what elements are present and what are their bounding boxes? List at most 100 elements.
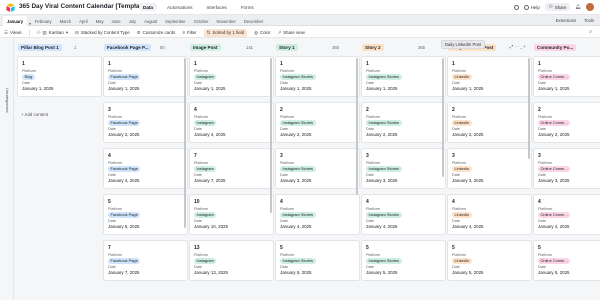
bell-icon: 🔔︎ (575, 4, 581, 9)
platform-label: Platform (22, 69, 37, 73)
avatar[interactable] (586, 3, 594, 11)
content-card[interactable]: 3 Platform Facebook Page Date January 2, 202… (103, 102, 188, 143)
column-tools[interactable]: ⤢ ⋯ ⌄ + (510, 44, 526, 49)
content-card[interactable]: 10 Platform Instagram Date January 10, 2025 (189, 194, 274, 235)
tab-june[interactable]: June (108, 19, 125, 27)
content-card[interactable]: 4 Platform Instagram Stories Date January 4,… (361, 194, 446, 235)
filter-button[interactable]: ≡ Filter (182, 30, 196, 35)
tab-february[interactable]: February (31, 19, 56, 27)
content-card[interactable]: 3 Platform Instagram Stories Date January 3,… (361, 148, 446, 189)
stacked-by-button[interactable]: ⊟ Stacked by Content Type (75, 30, 130, 36)
platform-label: Platform (108, 161, 123, 165)
content-card[interactable]: 2 Platform Instagram Stories Date January 2,… (275, 102, 360, 143)
content-card[interactable]: 5 Platform Instagram Stories Date January 5,… (275, 240, 360, 281)
more-icon[interactable]: ⋯ (514, 44, 518, 49)
tab-january[interactable]: January (3, 16, 28, 26)
platform-label: Platform (366, 115, 381, 119)
column-header[interactable]: Story 1 365 (272, 42, 358, 52)
share-button[interactable]: ⚇ Share (544, 3, 571, 11)
content-card[interactable]: 5 Platform LinkedIn Date January 5, 2025 (447, 240, 532, 281)
date-label: Date (366, 265, 375, 269)
tab-september[interactable]: September (161, 19, 189, 27)
content-card[interactable]: 1 Platform Facebook Page Date January 1, 202… (103, 56, 188, 97)
content-card[interactable]: 4 Platform Instagram Stories Date January 4,… (275, 194, 360, 235)
base-title[interactable]: 365 Day Viral Content Calendar [Template… (19, 3, 147, 10)
content-card[interactable]: 2 Platform Online Comm... Date January 2, 20… (533, 102, 600, 143)
help-button[interactable]: Help (523, 4, 540, 10)
view-switcher[interactable]: ⚇ ▥ Kanban ▾ (37, 30, 68, 36)
column-header[interactable]: Image Post 141 (186, 42, 272, 52)
tab-december[interactable]: December (240, 19, 267, 27)
platform-label: Platform (108, 207, 123, 211)
people-icon: ⚇ (36, 29, 41, 35)
column-header[interactable]: Story 2 365 (358, 42, 444, 52)
content-card[interactable]: 7 Platform Facebook Page Date January 7, 202… (103, 240, 188, 281)
platform-label: Platform (280, 253, 295, 257)
add-icon[interactable]: + (523, 44, 526, 49)
customize-cards-button[interactable]: ⚙ Customize cards (137, 30, 176, 36)
content-card[interactable]: 2 Platform LinkedIn Date January 2, 2025 (447, 102, 532, 143)
expand-icon[interactable]: ⤢ (510, 44, 514, 49)
column-header[interactable]: Community Po... (530, 42, 600, 52)
card-title: 4 (366, 198, 369, 205)
date-label: Date (452, 173, 461, 177)
content-card[interactable]: 4 Platform Online Comm... Date January 4, 20… (533, 194, 600, 235)
tab-april[interactable]: April (75, 19, 91, 27)
tab-march[interactable]: March (56, 19, 76, 27)
chevron-down-icon[interactable]: ▾ (134, 3, 137, 9)
content-card[interactable]: 1 Platform Instagram Stories Date January 1,… (361, 56, 446, 97)
content-card[interactable]: 1 Platform Blog Date January 1, 2025 (17, 56, 102, 97)
content-card[interactable]: 1 Platform LinkedIn Date January 1, 2025 (447, 56, 532, 97)
platform-tag: Facebook Page (108, 257, 141, 264)
content-card[interactable]: 5 Platform Instagram Stories Date January 5,… (361, 240, 446, 281)
card-title: 3 (366, 152, 369, 159)
tab-automations[interactable]: Automations (163, 3, 197, 11)
tab-october[interactable]: October (190, 19, 213, 27)
content-card[interactable]: 1 Platform Instagram Date January 1, 2025 (189, 56, 274, 97)
color-button[interactable]: ◍ Color (254, 30, 270, 36)
content-card[interactable]: 1 Platform Online Comm... Date January 1, 20… (533, 56, 600, 97)
history-button[interactable] (513, 4, 519, 10)
content-card[interactable]: 3 Platform Online Comm... Date January 3, 20… (533, 148, 600, 189)
column-header[interactable]: Facebook Page P... 50 (100, 42, 186, 52)
content-card[interactable]: 4 Platform LinkedIn Date January 4, 2025 (447, 194, 532, 235)
content-card[interactable]: 5 Platform Online Comm... Date January 5, 20… (533, 240, 600, 281)
platform-label: Platform (452, 253, 467, 257)
content-card[interactable]: 4 Platform Facebook Page Date January 4, 202… (103, 148, 188, 189)
app-logo-icon[interactable] (6, 3, 15, 12)
content-card[interactable]: 3 Platform Instagram Stories Date January 3,… (275, 148, 360, 189)
card-title: 2 (280, 106, 283, 113)
search-icon[interactable]: ⌕ (589, 29, 592, 35)
platform-label: Platform (108, 69, 123, 73)
content-card[interactable]: 7 Platform Instagram Date January 7, 2025 (189, 148, 274, 189)
content-card[interactable]: 1 Platform Instagram Stories Date January 1,… (275, 56, 360, 97)
content-card[interactable]: 5 Platform Facebook Page Date January 5, 202… (103, 194, 188, 235)
column-header[interactable]: Pillar Blog Post 1 1 (14, 42, 100, 52)
tab-july[interactable]: July (125, 19, 140, 27)
share-view-button[interactable]: ↗ Share view (277, 30, 304, 36)
tab-august[interactable]: August (140, 19, 161, 27)
views-button[interactable]: ☰ Views (4, 30, 22, 36)
tools-button[interactable]: Tools (584, 18, 594, 23)
content-card[interactable]: 2 Platform Instagram Stories Date January 2,… (361, 102, 446, 143)
tab-data[interactable]: Data (139, 3, 157, 11)
add-content-button[interactable]: + Add content (21, 112, 48, 117)
sort-button[interactable]: ⇅ Sorted by 1 field (203, 28, 248, 37)
platform-label: Platform (194, 161, 209, 165)
chevron-down-icon[interactable]: ⌄ (520, 44, 522, 49)
tab-may[interactable]: May (92, 19, 108, 27)
content-card[interactable]: 3 Platform LinkedIn Date January 3, 2025 (447, 148, 532, 189)
date-value: January 3, 2025 (538, 177, 570, 183)
uncategorized-strip[interactable]: Uncategorized (0, 38, 14, 300)
tab-interfaces[interactable]: Interfaces (203, 3, 231, 11)
extensions-button[interactable]: Extensions (556, 18, 576, 23)
filter-label: Filter (186, 30, 197, 35)
tab-november[interactable]: November (213, 19, 240, 27)
kanban-column: Daily LinkedIn Post⤢ ⋯ ⌄ +1PlatformLinke… (444, 38, 532, 300)
content-card[interactable]: 4 Platform Instagram Date January 4, 2025 (189, 102, 274, 143)
platform-tag: Instagram Stories (366, 257, 402, 264)
content-card[interactable]: 13 Platform Instagram Date January 13, 2025 (189, 240, 274, 281)
tab-forms[interactable]: Forms (237, 3, 258, 11)
card-title: 1 (538, 60, 541, 67)
notifications-button[interactable]: 🔔︎ (575, 4, 581, 10)
